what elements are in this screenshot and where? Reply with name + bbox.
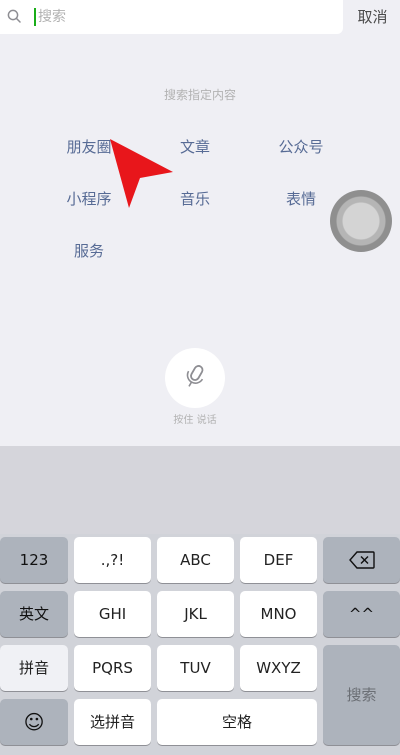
key-def[interactable]: DEF xyxy=(240,537,317,583)
key-space[interactable]: 空格 xyxy=(157,699,317,745)
key-emoji[interactable]: ☺ xyxy=(0,699,68,745)
key-wxyz[interactable]: WXYZ xyxy=(240,645,317,691)
key-select-pinyin[interactable]: 选拼音 xyxy=(74,699,151,745)
keyboard-candidate-bar xyxy=(0,446,400,534)
key-punctuation[interactable]: .,?! xyxy=(74,537,151,583)
pointer-arrow-icon xyxy=(110,139,173,208)
key-emoticon[interactable]: ^^ xyxy=(323,591,400,637)
key-pqrs[interactable]: PQRS xyxy=(74,645,151,691)
voice-hint-label: 按住 说话 xyxy=(173,415,217,426)
key-123[interactable]: 123 xyxy=(0,537,68,583)
keyboard: 123 .,?! ABC DEF 英文 GHI JKL MNO ^^ 拼音 PQ… xyxy=(0,534,400,755)
voice-search-button[interactable] xyxy=(165,348,225,408)
key-delete[interactable] xyxy=(323,537,400,583)
search-bar-area: 搜索 取消 xyxy=(0,0,400,37)
backspace-icon xyxy=(348,551,375,569)
search-field[interactable]: 搜索 xyxy=(0,0,343,34)
text-caret xyxy=(34,8,36,26)
key-english[interactable]: 英文 xyxy=(0,591,68,637)
assistive-touch-button[interactable] xyxy=(330,190,392,252)
search-icon xyxy=(7,9,21,23)
microphone-icon xyxy=(186,365,204,387)
category-official-accounts[interactable]: 公众号 xyxy=(256,136,346,157)
key-abc[interactable]: ABC xyxy=(157,537,234,583)
cancel-button[interactable]: 取消 xyxy=(345,0,400,34)
key-jkl[interactable]: JKL xyxy=(157,591,234,637)
key-ghi[interactable]: GHI xyxy=(74,591,151,637)
search-hint: 搜索指定内容 xyxy=(163,88,236,102)
search-input[interactable]: 搜索 xyxy=(38,8,66,26)
key-search[interactable]: 搜索 xyxy=(323,645,400,745)
category-services[interactable]: 服务 xyxy=(44,240,134,261)
key-tuv[interactable]: TUV xyxy=(157,645,234,691)
key-pinyin[interactable]: 拼音 xyxy=(0,645,68,691)
key-mno[interactable]: MNO xyxy=(240,591,317,637)
